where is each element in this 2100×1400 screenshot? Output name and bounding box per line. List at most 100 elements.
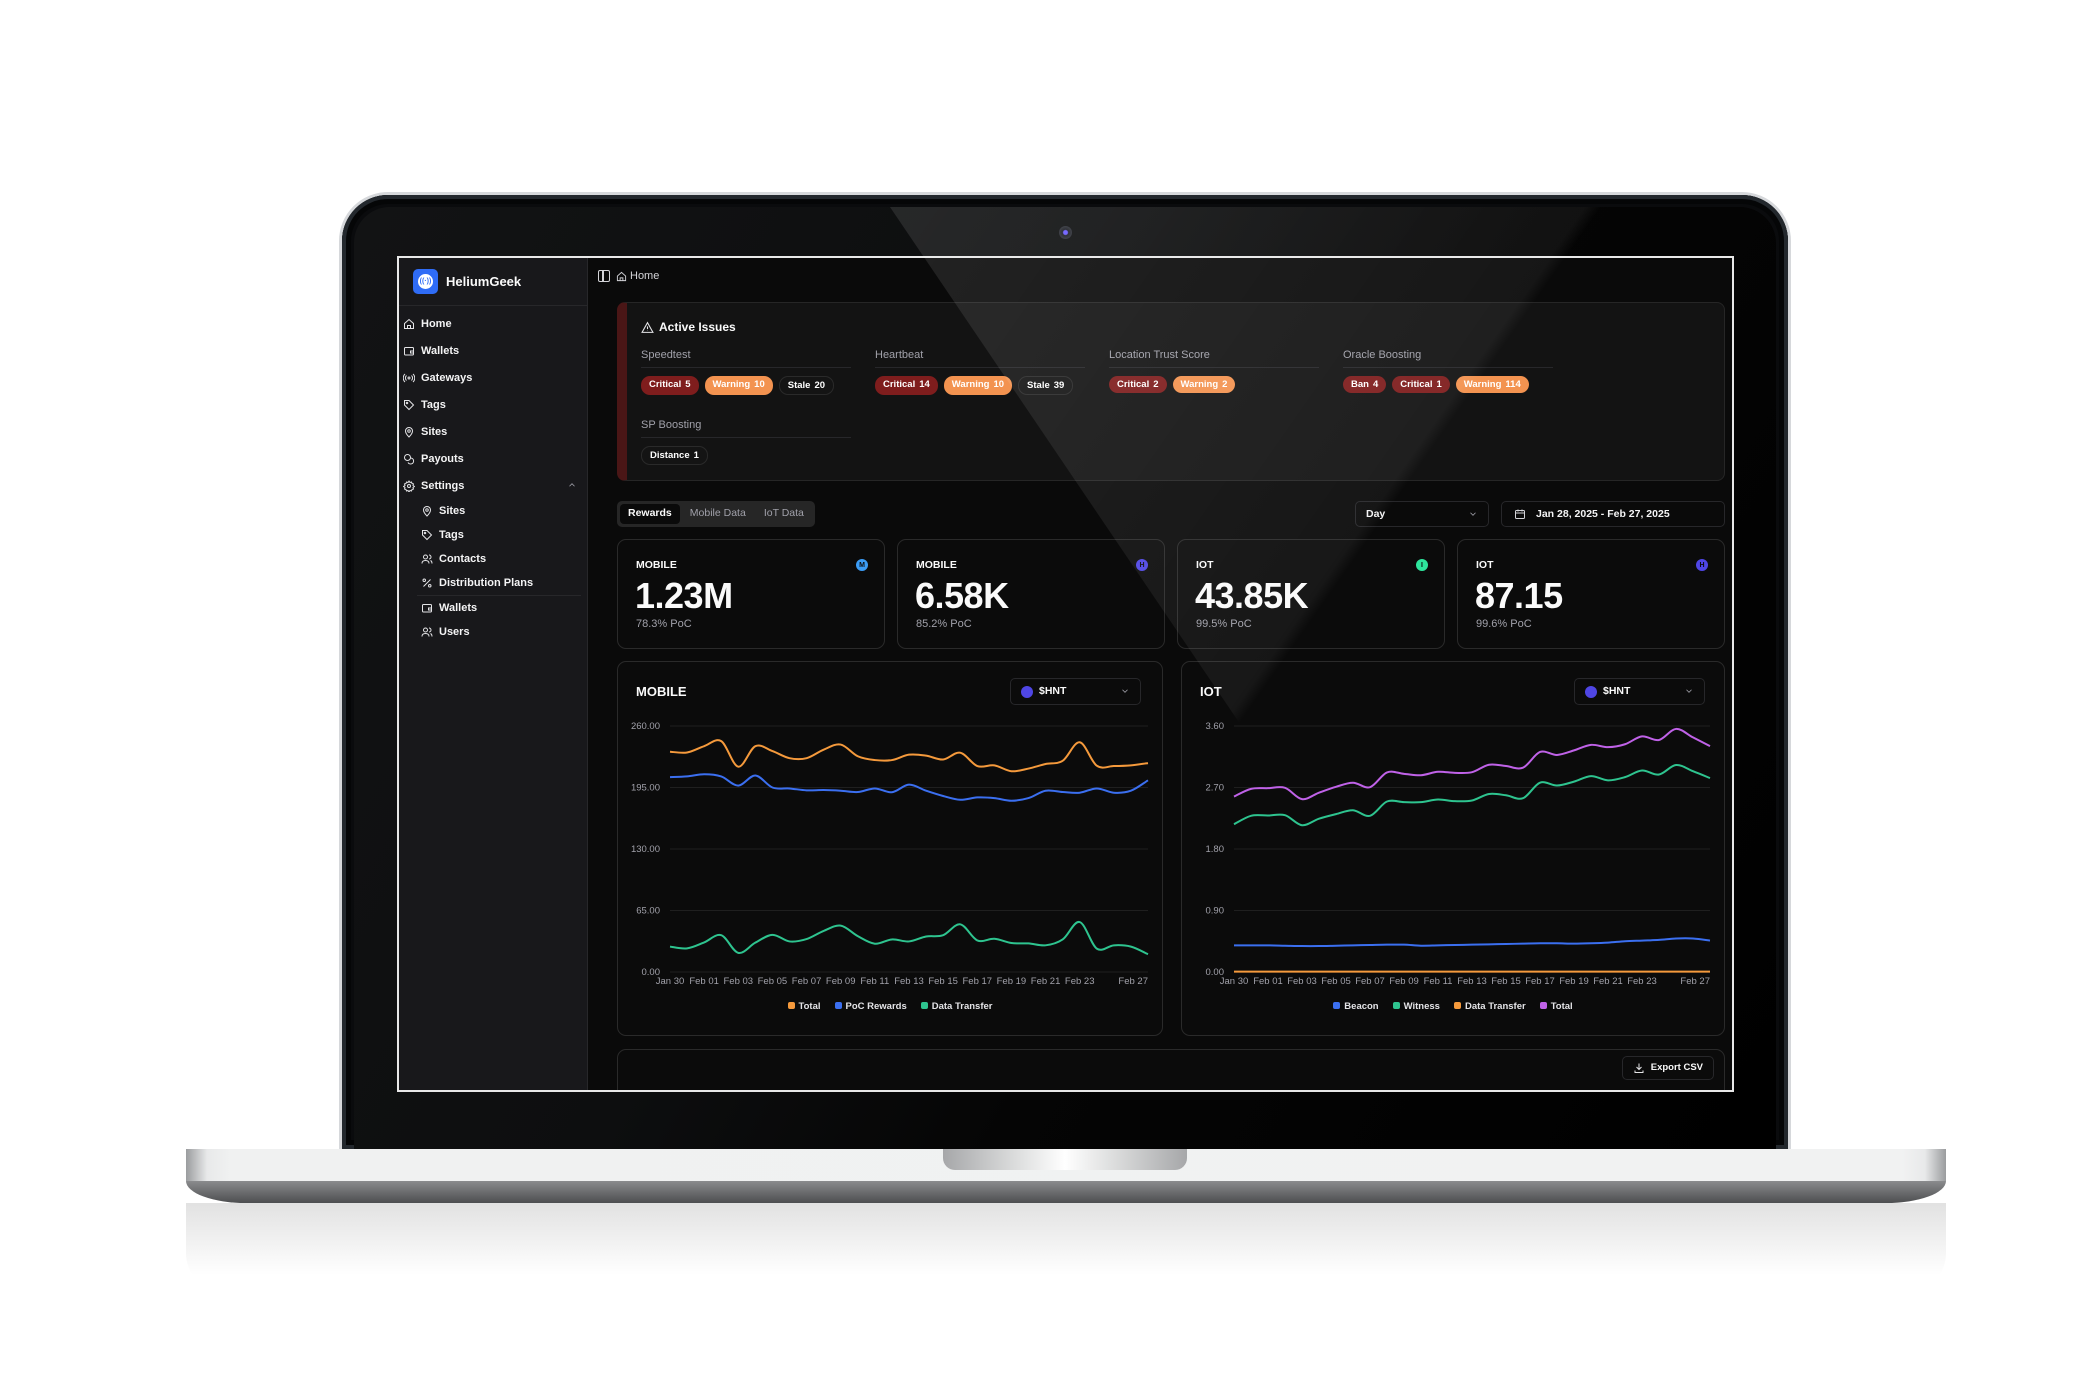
breadcrumb-home[interactable]: Home <box>630 270 659 282</box>
series-line-total[interactable] <box>669 739 1149 773</box>
x-tick-label: Feb 17 <box>1525 976 1555 987</box>
brand[interactable]: ((·)) HeliumGeek <box>399 258 587 306</box>
legend-item[interactable]: Witness <box>1392 1001 1440 1012</box>
wallet-icon <box>402 344 416 358</box>
laptop-base <box>186 1149 1946 1203</box>
stat-card: IOT I 43.85K 99.5% PoC <box>1177 539 1445 649</box>
sidebar-item-label: Wallets <box>439 602 478 614</box>
interval-select[interactable]: Day <box>1355 501 1489 527</box>
critical-badge[interactable]: Critical 14 <box>875 376 938 395</box>
main-content: Home Active Issues Speedtest Critical 5 W… <box>588 258 1732 1090</box>
chevron-down-icon <box>1468 509 1478 522</box>
issue-group-speedtest: Speedtest Critical 5 Warning 10 Stale 20 <box>641 349 851 395</box>
stat-subtext: 78.3% PoC <box>636 618 692 630</box>
breadcrumb: Home <box>598 270 659 282</box>
y-tick-label: 3.60 <box>1206 721 1225 732</box>
sidebar-subitem-wallets[interactable]: Wallets <box>417 596 587 620</box>
legend-item[interactable]: Beacon <box>1333 1001 1379 1012</box>
sidebar-item-label: Sites <box>421 425 448 438</box>
critical-badge[interactable]: Critical 1 <box>1392 376 1450 393</box>
warning-badge[interactable]: Warning 10 <box>943 376 1013 395</box>
legend-swatch <box>834 1002 842 1009</box>
view-tabs: Rewards Mobile Data IoT Data <box>617 501 815 527</box>
critical-badge[interactable]: Critical 2 <box>1109 376 1167 393</box>
x-tick-label: Feb 07 <box>1355 976 1385 987</box>
x-tick-label: Feb 13 <box>1457 976 1487 987</box>
date-range-picker[interactable]: Jan 28, 2025 - Feb 27, 2025 <box>1501 501 1725 527</box>
x-tick-label: Feb 15 <box>1491 976 1521 987</box>
warning-badge[interactable]: Warning 2 <box>1172 376 1236 393</box>
chevron-up-icon[interactable] <box>567 480 577 493</box>
x-tick-label: Feb 17 <box>962 976 992 987</box>
warning-badge[interactable]: Warning 10 <box>704 376 773 395</box>
tab-mobile-data[interactable]: Mobile Data <box>682 504 754 524</box>
legend-item[interactable]: Data Transfer <box>1453 1001 1526 1012</box>
distance-badge[interactable]: Distance 1 <box>641 446 708 465</box>
x-tick-label: Feb 21 <box>1031 976 1061 987</box>
series-line-beacon[interactable] <box>1233 937 1711 948</box>
tab-iot-data[interactable]: IoT Data <box>756 504 812 524</box>
sidebar-item-tags[interactable]: Tags <box>399 391 587 418</box>
warning-badge[interactable]: Warning 114 <box>1455 376 1529 393</box>
sidebar-item-label: Settings <box>421 479 465 492</box>
iot-line-chart: 0.000.901.802.703.60Jan 30 Feb 01 Feb 03 Fe… <box>1206 721 1711 987</box>
legend-item[interactable]: Total <box>1539 1001 1573 1012</box>
stat-card: IOT H 87.15 99.6% PoC <box>1457 539 1725 649</box>
critical-badge[interactable]: Critical 5 <box>641 376 699 395</box>
rewards-table-card: Export CSV <box>617 1049 1725 1090</box>
app-screen: ((·)) HeliumGeek Home Wallets Gateways T… <box>397 256 1734 1092</box>
sidebar-toggle-icon[interactable] <box>598 270 610 282</box>
export-csv-button[interactable]: Export CSV <box>1621 1056 1714 1080</box>
home-icon <box>402 317 416 331</box>
legend-item[interactable]: PoC Rewards <box>834 1001 907 1012</box>
stat-value: 87.15 <box>1475 575 1563 616</box>
x-tick-label: Jan 30 <box>656 976 685 987</box>
legend-label: Total <box>798 1001 821 1012</box>
legend-swatch <box>1539 1002 1547 1009</box>
series-line-total[interactable] <box>1233 727 1711 801</box>
settings-submenu: Sites Tags Contacts Distribution Plans W… <box>399 499 587 644</box>
x-tick-label: Feb 09 <box>1389 976 1419 987</box>
sidebar: ((·)) HeliumGeek Home Wallets Gateways T… <box>399 258 588 1090</box>
chart-legend: Total PoC Rewards Data Transfer <box>618 1001 1162 1012</box>
sidebar-item-payouts[interactable]: Payouts <box>399 445 587 472</box>
coins-icon <box>402 452 416 466</box>
sidebar-subitem-users[interactable]: Users <box>417 620 587 644</box>
stat-subtext: 99.6% PoC <box>1476 618 1532 630</box>
sidebar-item-label: Gateways <box>421 371 473 384</box>
sidebar-subitem-sites[interactable]: Sites <box>417 499 587 523</box>
sidebar-subitem-tags[interactable]: Tags <box>417 523 587 547</box>
sidebar-subitem-contacts[interactable]: Contacts <box>417 547 587 571</box>
users-icon <box>420 552 434 566</box>
helium-logo-icon: ((·)) <box>413 269 438 294</box>
sidebar-item-label: Contacts <box>439 553 487 565</box>
legend-label: Witness <box>1403 1001 1440 1012</box>
mobile-line-chart: 0.0065.00130.00195.00260.00Jan 30 Feb 01 F… <box>631 721 1149 987</box>
sidebar-item-home[interactable]: Home <box>399 310 587 337</box>
hnt-token-icon: H <box>1696 559 1708 571</box>
sidebar-item-settings[interactable]: Settings <box>399 472 587 499</box>
issue-group-sp-boosting: SP Boosting Distance 1 <box>641 419 851 465</box>
iot-token-icon: I <box>1416 559 1428 571</box>
legend-swatch <box>1333 1002 1341 1009</box>
laptop-reflection <box>186 1203 1946 1293</box>
stale-badge[interactable]: Stale 20 <box>778 376 835 395</box>
series-line-data-transfer[interactable] <box>669 921 1149 956</box>
legend-label: Beacon <box>1344 1001 1379 1012</box>
legend-item[interactable]: Total <box>787 1001 821 1012</box>
ban-badge[interactable]: Ban 4 <box>1343 376 1387 393</box>
tag-icon <box>402 398 416 412</box>
interval-value: Day <box>1366 508 1386 520</box>
sidebar-item-wallets[interactable]: Wallets <box>399 337 587 364</box>
legend-swatch <box>920 1002 928 1009</box>
sidebar-item-gateways[interactable]: Gateways <box>399 364 587 391</box>
sidebar-item-sites[interactable]: Sites <box>399 418 587 445</box>
tab-rewards[interactable]: Rewards <box>620 504 680 524</box>
stat-label: MOBILE <box>916 559 957 571</box>
stale-badge[interactable]: Stale 39 <box>1018 376 1074 395</box>
legend-item[interactable]: Data Transfer <box>920 1001 993 1012</box>
legend-label: Data Transfer <box>931 1001 993 1012</box>
issue-group-oracle-boosting: Oracle Boosting Ban 4 Critical 1 Warning 11… <box>1343 349 1553 393</box>
sidebar-subitem-distribution-plans[interactable]: Distribution Plans <box>417 571 587 595</box>
series-line-witness[interactable] <box>1233 764 1711 827</box>
